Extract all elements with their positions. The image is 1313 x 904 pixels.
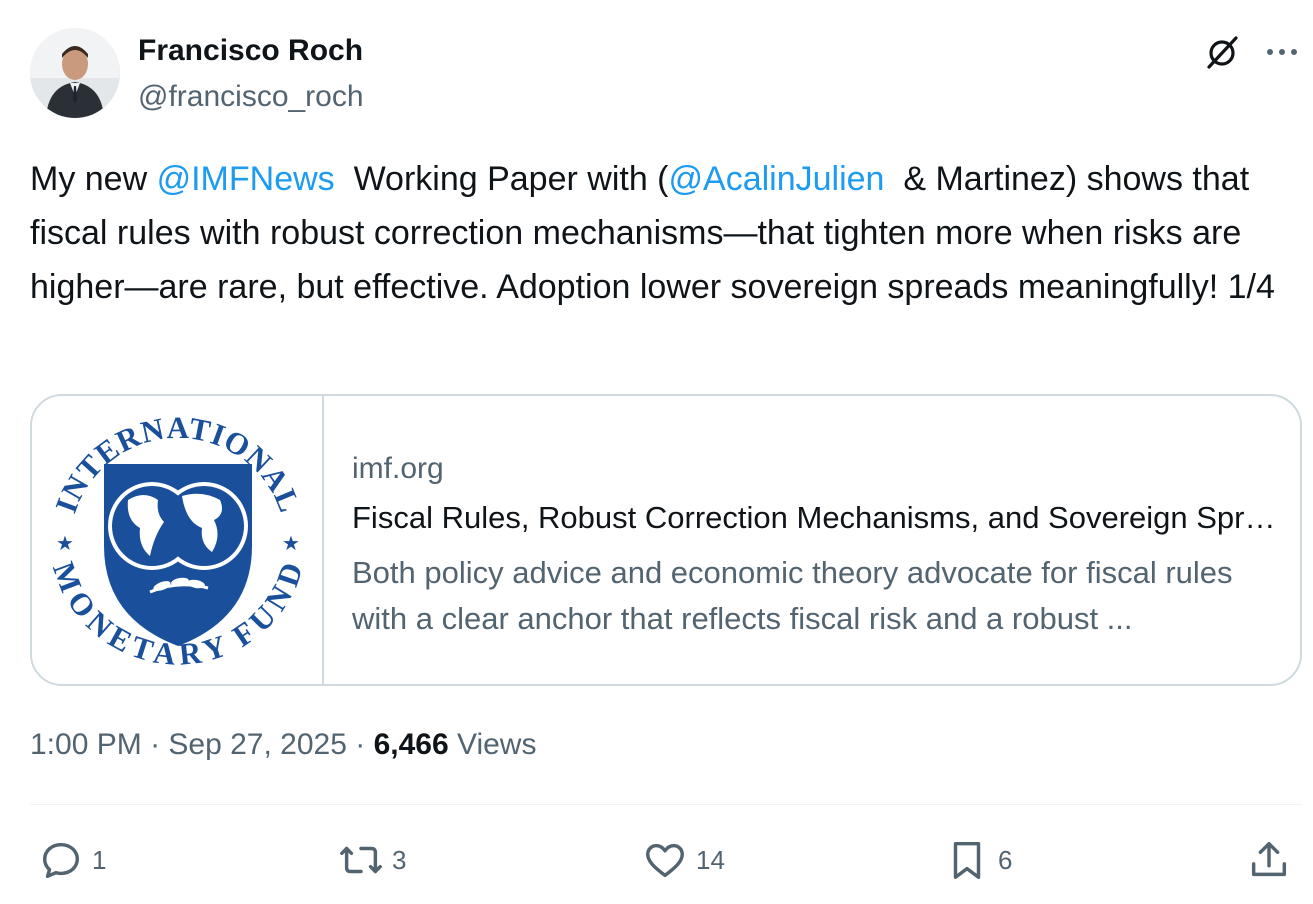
mention-acalinjulien[interactable]: @AcalinJulien	[669, 160, 885, 198]
author-name[interactable]: Francisco Roch	[138, 34, 363, 68]
card-domain: imf.org	[352, 452, 444, 485]
repost-count: 3	[392, 844, 407, 875]
like-icon	[646, 843, 684, 878]
action-bar: 1 3 14 6	[0, 830, 1313, 890]
share-button[interactable]	[1246, 830, 1292, 890]
meta-separator: ·	[141, 728, 169, 761]
svg-text:★: ★	[282, 533, 300, 555]
svg-text:★: ★	[56, 533, 74, 555]
mention-imfnews[interactable]: @IMFNews	[157, 160, 335, 198]
tweet-header: Francisco Roch @francisco_roch	[30, 26, 1300, 118]
author-handle[interactable]: @francisco_roch	[138, 80, 364, 114]
repost-button[interactable]: 3	[338, 830, 406, 890]
like-count: 14	[696, 844, 725, 875]
reply-count: 1	[92, 844, 107, 875]
share-icon	[1251, 841, 1287, 877]
more-icon	[1267, 49, 1297, 55]
repost-icon	[340, 846, 382, 874]
avatar-image	[30, 28, 120, 118]
more-button[interactable]	[1262, 34, 1302, 70]
tweet-text-part: Working Paper with (	[334, 160, 669, 198]
card-description: Both policy advice and economic theory a…	[352, 555, 1233, 636]
tweet-text: My new @IMFNews Working Paper with (@Aca…	[30, 152, 1280, 314]
grok-icon	[1207, 36, 1238, 69]
card-text: imf.org Fiscal Rules, Robust Correction …	[352, 452, 1282, 642]
bookmark-count: 6	[998, 844, 1013, 875]
bookmark-icon	[953, 841, 981, 879]
tweet-date[interactable]: Sep 27, 2025	[168, 728, 347, 761]
link-card[interactable]: INTERNATIONAL MONETARY FUND ★ ★ imf.org …	[30, 394, 1302, 686]
tweet-time[interactable]: 1:00 PM	[30, 728, 142, 761]
grok-button[interactable]	[1202, 32, 1242, 72]
meta-separator: ·	[346, 728, 374, 761]
views-count[interactable]: 6,466	[374, 728, 449, 761]
avatar[interactable]	[30, 28, 120, 118]
imf-logo: INTERNATIONAL MONETARY FUND ★ ★	[46, 410, 309, 672]
views-label: Views	[448, 728, 537, 761]
card-image: INTERNATIONAL MONETARY FUND ★ ★	[32, 396, 324, 684]
tweet-meta: 1:00 PM · Sep 27, 2025 · 6,466 Views	[30, 728, 536, 762]
divider	[30, 804, 1302, 805]
reply-icon	[42, 842, 80, 879]
tweet-text-part: My new	[30, 160, 157, 198]
reply-button[interactable]: 1	[38, 830, 106, 890]
bookmark-button[interactable]: 6	[944, 830, 1012, 890]
card-title: Fiscal Rules, Robust Correction Mechanis…	[352, 500, 1282, 535]
like-button[interactable]: 14	[642, 830, 725, 890]
